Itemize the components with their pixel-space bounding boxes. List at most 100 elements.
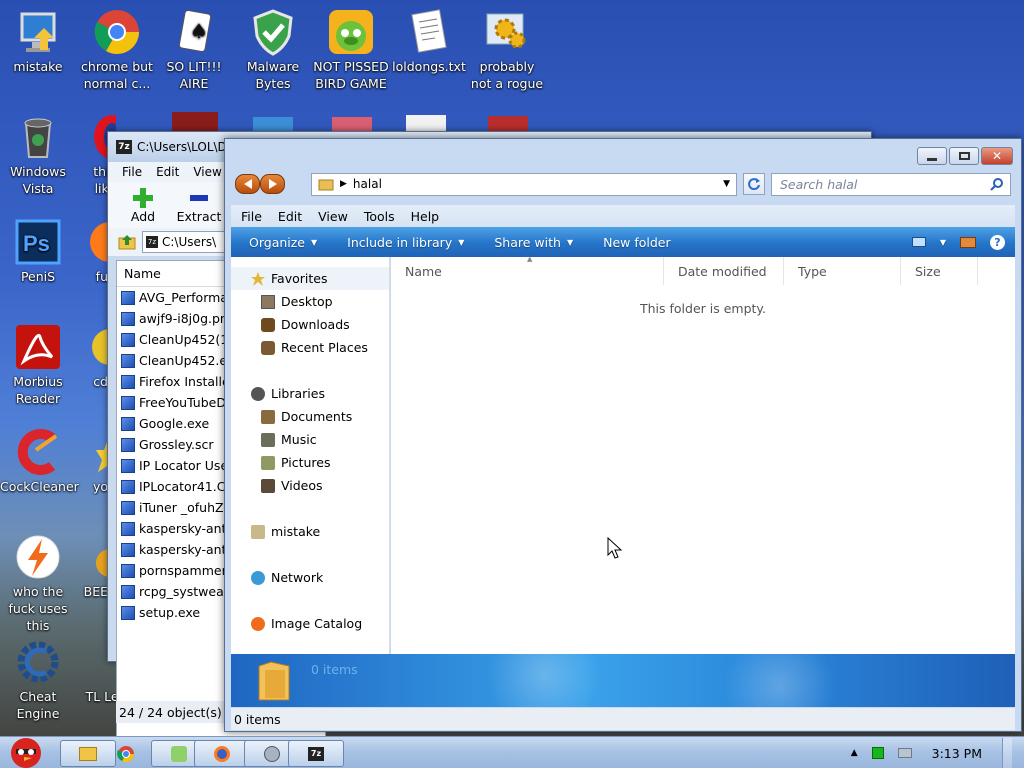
desktop-icon-label: mistake: [13, 59, 63, 74]
nav-image-catalog[interactable]: Image Catalog: [231, 612, 389, 635]
desktop-icon: [261, 294, 275, 309]
nav-pictures-label: Pictures: [281, 455, 331, 470]
desktop-icon-photoshop[interactable]: Ps PeniS: [0, 218, 76, 285]
solitaire-icon: ♠: [170, 8, 218, 56]
nav-music[interactable]: Music: [231, 428, 389, 451]
maximize-button[interactable]: [949, 147, 979, 165]
forward-button[interactable]: [260, 174, 285, 194]
nav-documents[interactable]: Documents: [231, 405, 389, 428]
add-button[interactable]: Add: [120, 187, 166, 224]
battery-icon[interactable]: [871, 747, 884, 759]
desktop-icon-cd[interactable]: cd: [76, 323, 108, 390]
menu-edit[interactable]: Edit: [278, 209, 302, 224]
search-icon: [990, 178, 1003, 191]
address-bar[interactable]: ▶ halal ▼: [311, 172, 737, 196]
column-header-size[interactable]: Size: [901, 257, 978, 285]
details-pane: 0 items: [231, 654, 1015, 707]
menu-view[interactable]: View: [318, 209, 348, 224]
column-header-name[interactable]: Name ▲: [391, 255, 664, 285]
nav-network[interactable]: Network: [231, 566, 389, 589]
new-folder-button[interactable]: New folder: [603, 235, 671, 250]
chevron-up-icon[interactable]: ▲: [851, 748, 858, 758]
desktop-icon-morbius[interactable]: Morbius Reader: [0, 323, 76, 407]
window-title: C:\Users\LOL\D: [137, 140, 227, 154]
desktop-icon-rogue[interactable]: probably not a rogue: [469, 8, 545, 92]
nav-recent-places[interactable]: Recent Places: [231, 336, 389, 359]
search-placeholder: Search halal: [780, 176, 858, 192]
menu-help[interactable]: Help: [411, 209, 440, 224]
nav-favorites[interactable]: Favorites: [231, 267, 389, 290]
search-input[interactable]: Search halal: [771, 172, 1011, 196]
desktop-icon-ccleaner[interactable]: CockCleaner: [0, 428, 79, 495]
organize-button[interactable]: Organize ▼: [249, 235, 317, 250]
desktop-icon-mistake[interactable]: mistake: [0, 8, 76, 75]
command-bar: Organize ▼ Include in library ▼ Share with…: [231, 227, 1015, 257]
menu-tools[interactable]: Tools: [364, 209, 395, 224]
breadcrumb[interactable]: halal: [353, 177, 717, 191]
desktop-icon-who-uses-this[interactable]: who the fuck uses this: [0, 533, 76, 634]
show-desktop-button[interactable]: [1002, 738, 1012, 768]
taskbar-item-chrome[interactable]: [104, 740, 148, 767]
desktop-icon-bee[interactable]: BEE: [76, 533, 108, 600]
chevron-down-icon[interactable]: ▼: [723, 179, 736, 189]
file-icon: [121, 500, 135, 515]
menu-file[interactable]: File: [122, 165, 142, 179]
folder-up-icon[interactable]: [118, 233, 136, 251]
column-header-date[interactable]: Date modified: [664, 257, 784, 285]
nav-pictures[interactable]: Pictures: [231, 451, 389, 474]
start-button[interactable]: [2, 731, 50, 768]
arrow-left-icon: [243, 179, 252, 189]
menu-edit[interactable]: Edit: [156, 165, 179, 179]
desktop-icon-malwarebytes[interactable]: Malware Bytes: [235, 8, 311, 92]
nav-videos[interactable]: Videos: [231, 474, 389, 497]
angry-bird-icon: [11, 738, 41, 768]
desktop-icon-firefox[interactable]: fu: [76, 218, 108, 285]
desktop-icon-label: loldongs.txt: [392, 59, 466, 74]
menu-view[interactable]: View: [193, 165, 221, 179]
minimize-button[interactable]: [917, 147, 947, 165]
file-icon: [121, 458, 135, 473]
desktop-icon-recycle[interactable]: Windows Vista: [0, 113, 76, 197]
taskbar-item-7zip[interactable]: 7z: [288, 740, 344, 767]
nav-desktop[interactable]: Desktop: [231, 290, 389, 313]
volume-icon[interactable]: [897, 748, 912, 758]
add-label: Add: [130, 208, 156, 224]
photoshop-icon: Ps: [14, 218, 62, 266]
nav-libraries[interactable]: Libraries: [231, 382, 389, 405]
close-button[interactable]: ✕: [981, 147, 1013, 165]
desktop-icon-label: Morbius Reader: [13, 374, 63, 406]
desktop-icon-bird-game[interactable]: NOT PISSED BIRD GAME: [313, 8, 389, 92]
view-options-icon[interactable]: [911, 237, 926, 247]
folder-icon: [318, 179, 334, 191]
help-icon[interactable]: ?: [990, 234, 1005, 250]
desktop-icon-loldongs[interactable]: loldongs.txt: [391, 8, 467, 75]
share-with-button[interactable]: Share with ▼: [494, 235, 573, 250]
back-button[interactable]: [235, 174, 260, 194]
taskbar-item-firefox[interactable]: [194, 740, 250, 767]
desktop-icon-solitaire[interactable]: ♠ SO LIT!!! AIRE: [156, 8, 232, 92]
column-header-type[interactable]: Type: [784, 257, 901, 285]
refresh-button[interactable]: [743, 173, 765, 195]
include-in-library-button[interactable]: Include in library ▼: [347, 235, 464, 250]
desktop-icon-cheat-engine[interactable]: Cheat Engine: [0, 638, 76, 722]
file-icon: [121, 542, 135, 557]
desktop-icon-yo[interactable]: yo: [76, 428, 108, 495]
desktop-icon-label: PeniS: [20, 269, 56, 284]
desktop-icon-label: Malware Bytes: [246, 59, 300, 91]
homegroup-icon: [251, 524, 265, 539]
desktop-icon-chrome[interactable]: chrome but normal c...: [79, 8, 155, 92]
desktop-icon-label: SO LIT!!! AIRE: [166, 59, 222, 91]
file-name: CleanUp452(1): [139, 332, 234, 347]
nav-homegroup[interactable]: mistake: [231, 520, 389, 543]
star-icon: [76, 428, 108, 476]
preview-pane-icon[interactable]: [960, 236, 976, 248]
menu-file[interactable]: File: [241, 209, 262, 224]
nav-recent-places-label: Recent Places: [281, 340, 368, 355]
extract-button[interactable]: Extract: [176, 187, 222, 224]
chevron-down-icon[interactable]: ▼: [940, 238, 946, 247]
minimize-icon: [927, 157, 937, 161]
desktop-icon-label: yo: [92, 479, 108, 494]
clock[interactable]: 3:13 PM: [926, 746, 988, 761]
minus-icon: [190, 194, 208, 201]
nav-downloads[interactable]: Downloads: [231, 313, 389, 336]
